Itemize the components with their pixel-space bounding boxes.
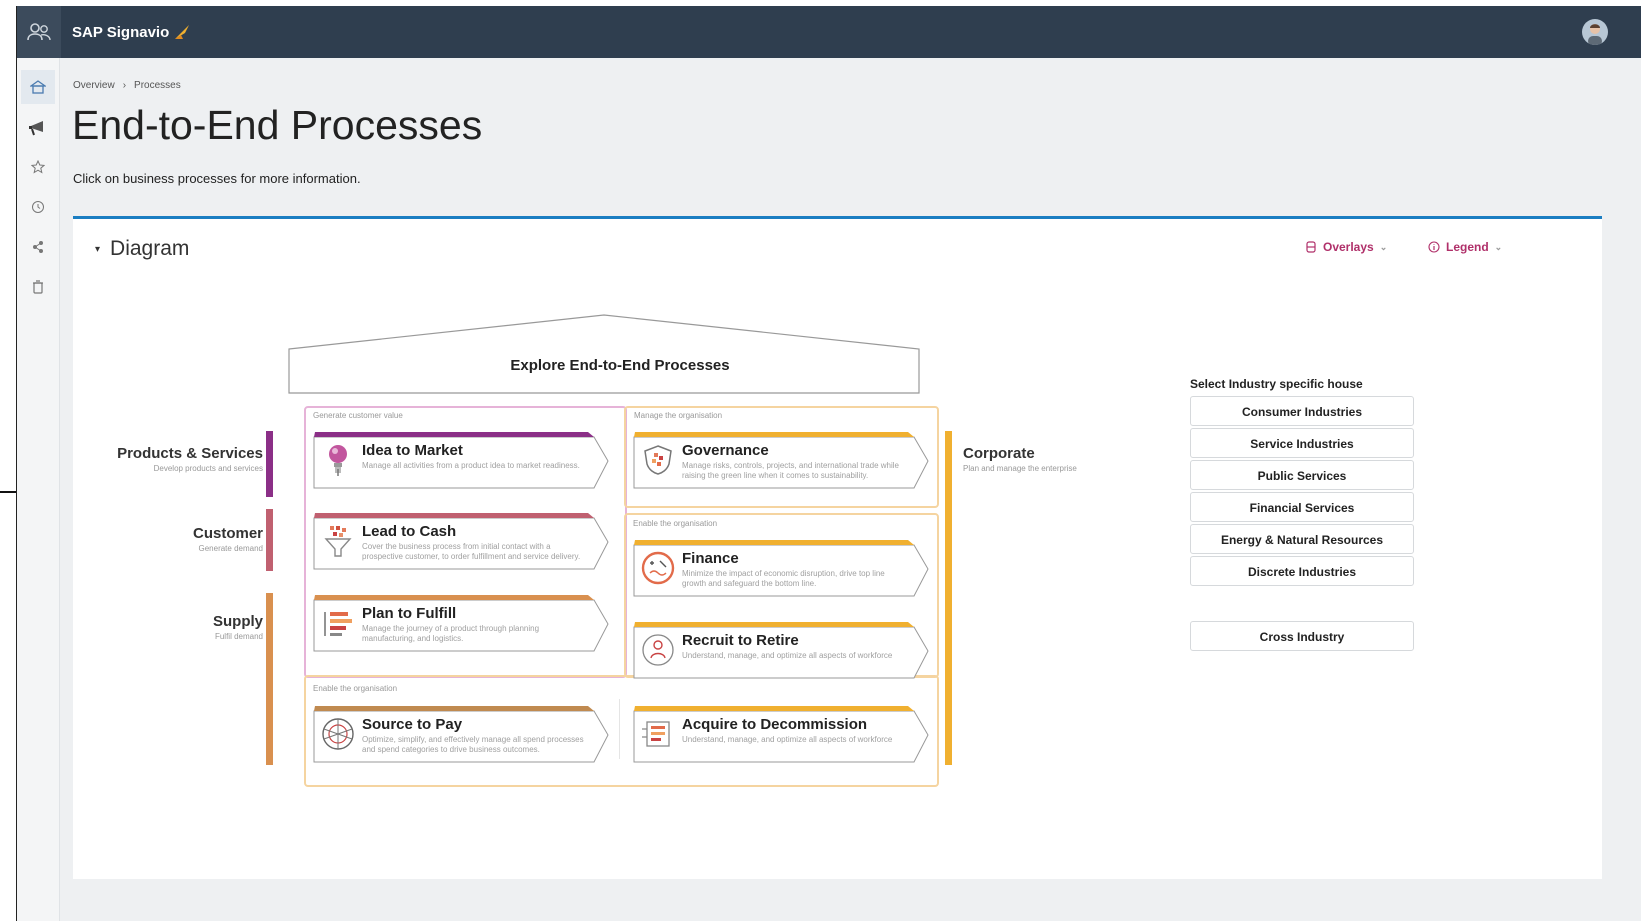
group-label: Generate customer value xyxy=(313,411,403,420)
users-icon[interactable] xyxy=(17,6,61,58)
process-desc: Manage the journey of a product through … xyxy=(362,624,540,643)
group-label: Enable the organisation xyxy=(313,684,398,693)
industry-consumer-button[interactable]: Consumer Industries xyxy=(1190,396,1414,426)
shell-bar: SAP Signavio xyxy=(17,6,1641,58)
globe-network-icon xyxy=(320,716,356,752)
row-bar-corporate xyxy=(945,431,952,765)
legend-label: Legend xyxy=(1446,240,1489,254)
process-recruit-to-retire[interactable]: Recruit to Retire Understand, manage, an… xyxy=(632,620,932,682)
industry-service-button[interactable]: Service Industries xyxy=(1190,428,1414,458)
process-name: Plan to Fulfill xyxy=(362,605,457,622)
process-source-to-pay[interactable]: Source to Pay Optimize, simplify, and ef… xyxy=(312,704,612,766)
row-name: Products & Services xyxy=(117,445,263,462)
diagram-title: Diagram xyxy=(110,237,190,260)
collapse-caret-icon[interactable]: ▾ xyxy=(95,244,100,255)
row-label-customer: Customer Generate demand xyxy=(113,525,263,553)
process-governance[interactable]: Governance Manage risks, controls, proje… xyxy=(632,430,932,492)
process-name: Acquire to Decommission xyxy=(682,716,868,733)
row-bar-products xyxy=(266,431,273,497)
process-desc: Cover the business process from initial … xyxy=(362,542,581,561)
overlays-button[interactable]: Overlays ⌄ xyxy=(1305,240,1387,254)
row-label-products: Products & Services Develop products and… xyxy=(113,445,263,473)
process-plan-to-fulfill[interactable]: Plan to Fulfill Manage the journey of a … xyxy=(312,593,612,655)
breadcrumb: Overview › Processes xyxy=(73,80,181,91)
breadcrumb-processes[interactable]: Processes xyxy=(134,80,181,91)
page-subtitle: Click on business processes for more inf… xyxy=(73,171,361,186)
breadcrumb-overview[interactable]: Overview xyxy=(73,80,115,91)
industry-energy-button[interactable]: Energy & Natural Resources xyxy=(1190,524,1414,554)
process-desc: Understand, manage, and optimize all asp… xyxy=(682,651,893,660)
chevron-down-icon: ⌄ xyxy=(1494,241,1503,252)
process-name: Idea to Market xyxy=(362,442,463,459)
process-desc: Manage risks, controls, projects, and in… xyxy=(682,461,899,480)
overlays-label: Overlays xyxy=(1323,240,1374,254)
row-bar-supply xyxy=(266,593,273,765)
process-desc: Minimize the impact of economic disrupti… xyxy=(682,569,885,588)
industry-cross-button[interactable]: Cross Industry xyxy=(1190,621,1414,651)
process-idea-to-market[interactable]: Idea to Market Manage all activities fro… xyxy=(312,430,612,492)
shield-icon xyxy=(640,442,676,478)
lightbulb-icon xyxy=(320,442,356,478)
process-name: Source to Pay xyxy=(362,716,463,733)
row-name: Customer xyxy=(192,525,263,542)
process-lead-to-cash[interactable]: Lead to Cash Cover the business process … xyxy=(312,511,612,573)
row-label-supply: Supply Fulfil demand xyxy=(113,613,263,641)
roof-title[interactable]: Explore End-to-End Processes xyxy=(305,357,935,374)
row-label-corporate: Corporate Plan and manage the enterprise xyxy=(963,445,1077,473)
row-desc: Fulfil demand xyxy=(214,632,263,641)
process-desc: Manage all activities from a product ide… xyxy=(362,461,580,470)
app-brand[interactable]: SAP Signavio xyxy=(72,23,191,41)
divider xyxy=(619,699,620,759)
group-label: Enable the organisation xyxy=(633,519,718,528)
diagram-header[interactable]: ▾ Diagram xyxy=(95,237,189,261)
layers-icon xyxy=(1306,241,1316,253)
avatar-icon[interactable] xyxy=(1582,19,1608,45)
share-icon[interactable] xyxy=(21,230,55,264)
planning-icon xyxy=(320,605,356,641)
side-navigation xyxy=(17,58,60,921)
process-finance[interactable]: Finance Minimize the impact of economic … xyxy=(632,538,932,600)
process-name: Lead to Cash xyxy=(362,523,457,540)
megaphone-icon[interactable] xyxy=(21,110,55,144)
history-icon[interactable] xyxy=(21,190,55,224)
info-icon xyxy=(1428,241,1440,253)
row-desc: Develop products and services xyxy=(153,464,263,473)
signavio-logo-icon xyxy=(175,25,190,39)
group-label: Manage the organisation xyxy=(634,411,723,420)
process-name: Finance xyxy=(682,550,739,567)
home-icon[interactable] xyxy=(21,70,55,104)
industry-financial-button[interactable]: Financial Services xyxy=(1190,492,1414,522)
funnel-icon xyxy=(320,523,356,559)
legend-button[interactable]: Legend ⌄ xyxy=(1428,240,1502,254)
industry-public-button[interactable]: Public Services xyxy=(1190,460,1414,490)
house-roof xyxy=(288,314,920,394)
row-desc: Generate demand xyxy=(198,544,264,553)
process-name: Governance xyxy=(682,442,769,459)
diagram-card: ▾ Diagram Overlays ⌄ Legend ⌄ Explore En… xyxy=(73,216,1602,879)
app-window: SAP Signavio Overview › Processes End-to… xyxy=(16,6,1641,921)
industry-selector-title: Select Industry specific house xyxy=(1190,377,1363,391)
process-desc: Understand, manage, and optimize all asp… xyxy=(682,735,893,744)
breadcrumb-separator: › xyxy=(122,80,127,91)
process-name: Recruit to Retire xyxy=(682,632,799,649)
people-cycle-icon xyxy=(640,632,676,668)
row-bar-customer xyxy=(266,509,273,571)
row-name: Supply xyxy=(212,613,263,630)
chevron-down-icon: ⌄ xyxy=(1379,241,1388,252)
page-title: End-to-End Processes xyxy=(72,102,483,148)
row-desc: Plan and manage the enterprise xyxy=(963,464,1077,473)
edge-line xyxy=(0,491,16,493)
asset-list-icon xyxy=(640,716,676,752)
trash-icon[interactable] xyxy=(21,270,55,304)
star-icon[interactable] xyxy=(21,150,55,184)
finance-icon xyxy=(640,550,676,586)
process-acquire-to-decommission[interactable]: Acquire to Decommission Understand, mana… xyxy=(632,704,932,766)
industry-discrete-button[interactable]: Discrete Industries xyxy=(1190,556,1414,586)
app-name: SAP Signavio xyxy=(72,23,170,41)
row-name: Corporate xyxy=(963,445,1035,462)
process-desc: Optimize, simplify, and effectively mana… xyxy=(362,735,584,754)
